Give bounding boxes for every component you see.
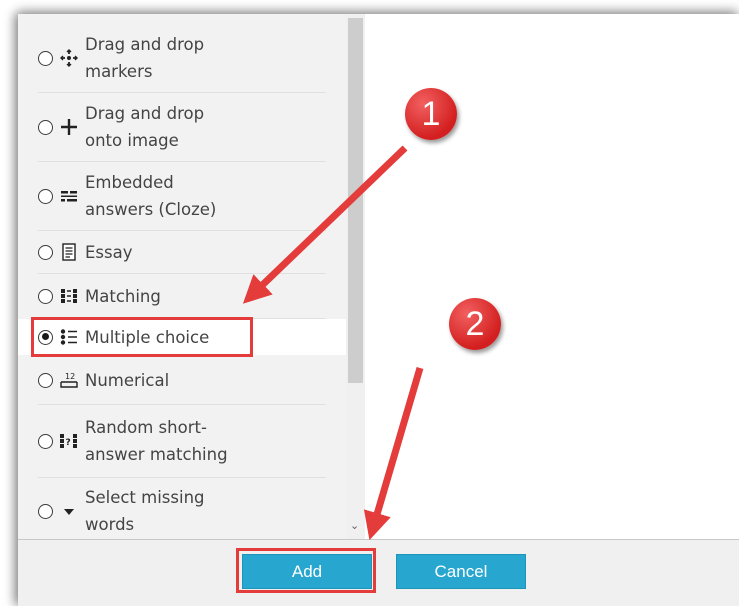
arrow-to-add-button: [363, 367, 424, 541]
step-2-badge: 2: [449, 298, 501, 350]
annotation-arrows: [242, 145, 424, 541]
step-1-badge: 1: [405, 88, 457, 140]
arrow-to-multiple-choice: [242, 145, 408, 304]
